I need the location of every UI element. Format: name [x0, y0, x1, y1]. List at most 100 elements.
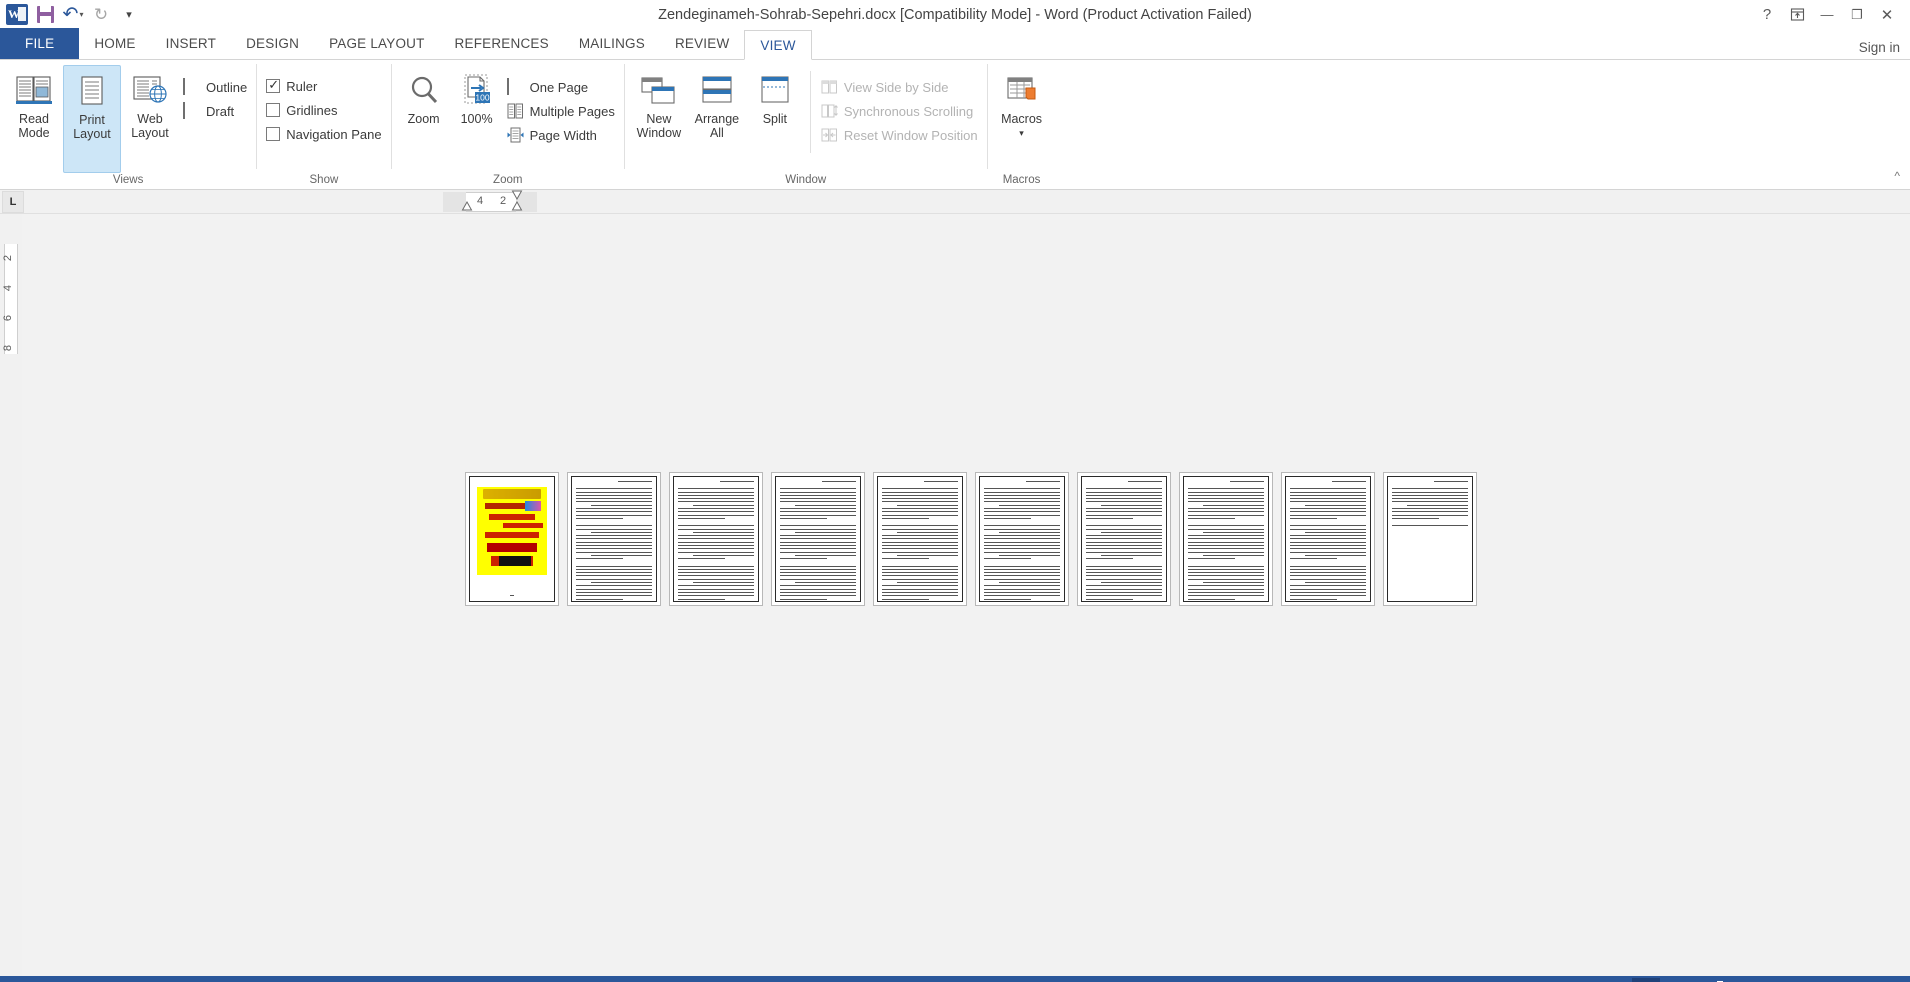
text-line	[1188, 558, 1236, 560]
help-icon[interactable]: ?	[1752, 3, 1782, 27]
gridlines-checkbox[interactable]	[266, 103, 281, 117]
text-line	[1188, 491, 1264, 493]
page-thumbnail[interactable]	[1179, 472, 1273, 606]
gridlines-checkbox-row[interactable]: Gridlines	[262, 98, 385, 122]
draft-button[interactable]: Draft	[179, 99, 251, 123]
one-page-button[interactable]: One Page	[503, 75, 619, 99]
text-line	[1086, 514, 1162, 516]
ruler-strip[interactable]: 4 2	[443, 190, 537, 212]
hanging-indent-marker-icon[interactable]	[511, 200, 523, 212]
print-layout-view-button[interactable]	[1632, 978, 1661, 982]
horizontal-ruler[interactable]: L 4 2	[0, 190, 1910, 214]
close-icon[interactable]: ✕	[1872, 3, 1902, 27]
text-line	[591, 504, 652, 506]
text-line	[678, 585, 754, 587]
zoom-button[interactable]: Zoom	[397, 65, 451, 173]
language-indicator[interactable]: PERSIAN	[239, 976, 314, 982]
text-line	[678, 551, 754, 553]
arrange-all-button[interactable]: Arrange All	[688, 65, 746, 173]
navigation-pane-checkbox-row[interactable]: Navigation Pane	[262, 122, 385, 146]
view-side-by-side-label: View Side by Side	[843, 79, 949, 95]
ruler-mark-2: 2	[500, 195, 507, 207]
tab-page-layout[interactable]: PAGE LAYOUT	[314, 28, 439, 59]
page-thumbnail[interactable]	[771, 472, 865, 606]
text-line	[1392, 488, 1468, 490]
outline-label: Outline	[206, 79, 248, 95]
read-mode-view-button[interactable]	[1602, 978, 1630, 982]
text-line	[882, 565, 958, 567]
text-line	[882, 585, 958, 587]
vertical-ruler[interactable]: 2 4 6 8	[0, 214, 22, 976]
page-thumbnail[interactable]	[975, 472, 1069, 606]
draft-label: Draft	[206, 103, 235, 119]
page-thumbnail[interactable]	[1281, 472, 1375, 606]
tab-insert[interactable]: INSERT	[151, 28, 231, 59]
collapse-ribbon-button[interactable]: ^	[1894, 169, 1900, 183]
tab-home[interactable]: HOME	[79, 28, 150, 59]
redo-button[interactable]: ↻	[88, 3, 114, 27]
tab-file[interactable]: FILE	[0, 28, 80, 59]
page-indicator[interactable]: PAGE 1 OF 10	[0, 976, 103, 982]
word-app-icon[interactable]	[4, 3, 30, 27]
text-line	[780, 501, 856, 503]
text-line	[1203, 554, 1264, 556]
new-window-button[interactable]: New Window	[630, 65, 688, 173]
zoom-100-button[interactable]: 100 100%	[451, 65, 503, 173]
text-line	[1290, 585, 1366, 587]
text-line	[576, 511, 652, 513]
read-mode-button[interactable]: Read Mode	[5, 65, 63, 173]
tab-stop-selector[interactable]: L	[2, 190, 24, 213]
tab-design[interactable]: DESIGN	[231, 28, 314, 59]
macros-button[interactable]: Macros ▾	[993, 65, 1051, 173]
text-line	[693, 504, 754, 506]
restore-icon[interactable]: ❐	[1842, 3, 1872, 27]
proofing-errors-icon[interactable]: x	[202, 976, 239, 982]
text-line	[1290, 498, 1366, 500]
ruler-label: Ruler	[286, 78, 318, 94]
sign-in-link[interactable]: Sign in	[1859, 40, 1910, 59]
web-layout-label-1: Web	[137, 112, 163, 126]
text-line	[882, 568, 958, 570]
reset-window-position-icon	[821, 127, 838, 144]
customize-quick-access-toolbar-button[interactable]: ▾	[116, 3, 142, 27]
save-button[interactable]	[32, 3, 58, 27]
ribbon-display-options-icon[interactable]	[1782, 3, 1812, 27]
text-line	[678, 501, 754, 503]
tab-review[interactable]: REVIEW	[660, 28, 744, 59]
ruler-checkbox[interactable]	[266, 77, 281, 93]
document-canvas[interactable]	[22, 214, 1910, 976]
print-layout-button[interactable]: Print Layout	[63, 65, 121, 173]
page-thumbnail[interactable]	[873, 472, 967, 606]
split-button[interactable]: Split	[746, 65, 804, 173]
word-count[interactable]: 2519 WORDS	[103, 976, 202, 982]
ad-text-line	[499, 556, 531, 566]
tab-references[interactable]: REFERENCES	[440, 28, 564, 59]
text-line	[576, 517, 624, 519]
page-thumbnail[interactable]	[1077, 472, 1171, 606]
page-thumbnail[interactable]	[669, 472, 763, 606]
minimize-icon[interactable]: —	[1812, 3, 1842, 27]
text-line	[678, 525, 754, 527]
undo-button[interactable]: ↶ ▾	[60, 3, 86, 27]
window-controls: ? — ❐ ✕	[1752, 3, 1910, 27]
macros-dropdown-caret[interactable]: ▾	[1019, 126, 1024, 140]
ruler-checkbox-row[interactable]: Ruler	[262, 74, 385, 98]
outline-button[interactable]: Outline	[179, 75, 251, 99]
web-layout-button[interactable]: Web Layout	[121, 65, 179, 173]
page-thumbnail[interactable]	[465, 472, 559, 606]
tab-mailings[interactable]: MAILINGS	[564, 28, 660, 59]
text-line	[678, 575, 754, 577]
text-line	[780, 538, 856, 540]
page-width-button[interactable]: Page Width	[503, 123, 619, 147]
text-line	[576, 525, 652, 527]
page-thumbnail[interactable]	[1383, 472, 1477, 606]
page-content	[1285, 476, 1371, 602]
multiple-pages-button[interactable]: Multiple Pages	[503, 99, 619, 123]
text-line	[1392, 498, 1468, 500]
web-layout-view-button[interactable]	[1662, 978, 1690, 982]
navigation-pane-checkbox[interactable]	[266, 127, 281, 141]
left-indent-marker-icon[interactable]	[461, 200, 473, 212]
page-thumbnail[interactable]	[567, 472, 661, 606]
tab-view[interactable]: VIEW	[744, 30, 812, 60]
text-line	[1392, 511, 1468, 513]
